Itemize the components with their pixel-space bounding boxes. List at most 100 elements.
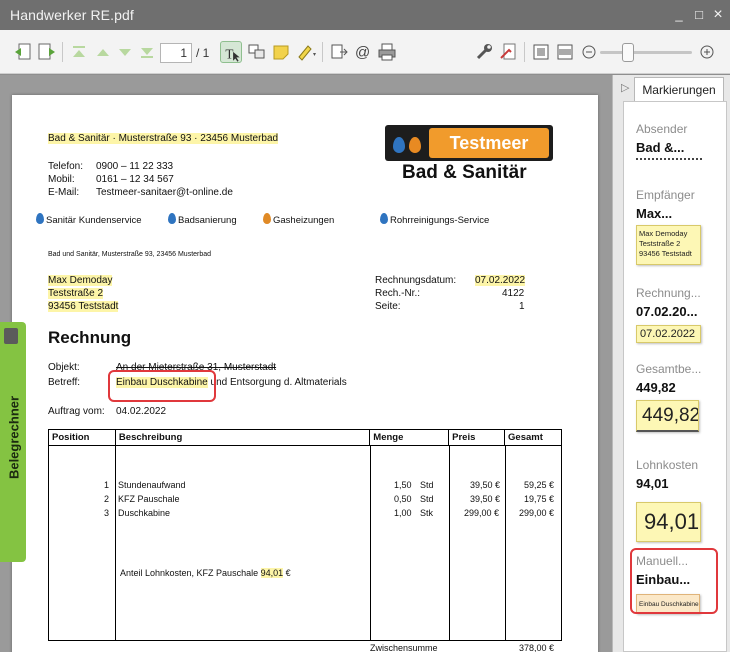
zoom-slider-thumb[interactable]: [622, 43, 634, 62]
snapshot-icon[interactable]: [246, 41, 268, 63]
marking-label: Gesamtbe...: [636, 362, 702, 376]
markings-panel: ▷ Markierungen Absender Bad &... Empfäng…: [612, 75, 730, 652]
positions-table: Position Beschreibung Menge Preis Gesamt: [48, 429, 562, 446]
labor-note: Anteil Lohnkosten, KFZ Pauschale 94,01 €: [120, 568, 291, 578]
svg-text:@: @: [355, 44, 370, 61]
page-number-input[interactable]: 1: [160, 43, 192, 63]
selected-marking-outline: [630, 548, 718, 614]
markings-list: Absender Bad &... Empfänger Max... Max D…: [623, 101, 727, 652]
zoom-slider[interactable]: [600, 51, 692, 54]
marking-preview: 07.02.2022: [636, 325, 701, 343]
contact-value: 0900 – 11 22 333: [96, 161, 174, 172]
marking-card-labor[interactable]: Lohnkosten 94,01 94,01: [636, 458, 716, 542]
marking-card-recipient[interactable]: Empfänger Max... Max Demoday Teststraße …: [636, 188, 716, 265]
belegrechner-tab[interactable]: Belegrechner: [0, 322, 26, 562]
previous-page-icon[interactable]: [92, 41, 114, 63]
page-value: 1: [519, 301, 525, 312]
toolbar-divider: [322, 42, 323, 62]
marking-value: 94,01: [636, 476, 669, 491]
order-date: 04.02.2022: [116, 406, 167, 417]
marking-label: Empfänger: [636, 188, 695, 202]
email-icon[interactable]: @: [352, 41, 374, 63]
marking-value: Bad &...: [636, 140, 685, 155]
minimize-button[interactable]: _: [669, 4, 689, 26]
marking-value: 07.02.20...: [636, 304, 698, 319]
document-viewer[interactable]: Bad & Sanitär · Musterstraße 93 · 23456 …: [0, 75, 612, 652]
svg-text:T: T: [225, 47, 233, 62]
zoom-out-icon[interactable]: [578, 41, 600, 63]
import-page-icon[interactable]: [12, 41, 34, 63]
close-button[interactable]: ×: [708, 4, 728, 26]
subtotal-label: Zwischensumme: [370, 643, 438, 652]
next-page-icon[interactable]: [114, 41, 136, 63]
flame-drop-icon: [263, 213, 271, 224]
column-header: Position: [48, 429, 116, 446]
title-bar: Handwerker RE.pdf _ □ ×: [0, 0, 730, 30]
logo-wordmark: Testmeer: [429, 128, 549, 158]
window-title: Handwerker RE.pdf: [10, 7, 134, 23]
calculator-icon: [4, 328, 18, 344]
highlighter-icon[interactable]: [294, 41, 316, 63]
water-drop-icon: [36, 213, 44, 224]
wrench-icon[interactable]: [474, 41, 496, 63]
invoice-page[interactable]: Bad & Sanitär · Musterstraße 93 · 23456 …: [12, 95, 598, 652]
return-address: Bad und Sanitär, Musterstraße 93, 23456 …: [48, 251, 212, 258]
pdf-document-icon[interactable]: [498, 41, 520, 63]
note-icon[interactable]: [270, 41, 292, 63]
subtotal-value: 378,00 €: [519, 643, 555, 652]
marking-preview: Max Demoday Teststraße 2 93456 Teststadt: [636, 225, 701, 265]
recipient-line: Teststraße 2: [48, 288, 104, 299]
invoice-heading: Rechnung: [48, 328, 132, 347]
marking-card-invoice-date[interactable]: Rechnung... 07.02.20... 07.02.2022: [636, 286, 716, 343]
contact-value: Testmeer-sanitaer@t-online.de: [96, 187, 233, 198]
toolbar-divider: [62, 42, 63, 62]
marking-value: Max...: [636, 206, 673, 221]
toolbar: 1 / 1 T @: [0, 30, 730, 74]
subject-label: Betreff:: [48, 377, 81, 388]
order-label: Auftrag vom:: [48, 406, 105, 417]
service-item: Gasheizungen: [263, 213, 334, 226]
meta-label: Rechnungsdatum:: [375, 275, 457, 286]
marking-value: 449,82: [636, 380, 676, 395]
last-page-icon[interactable]: [136, 41, 158, 63]
positions-table-body: [48, 445, 562, 641]
marking-label: Absender: [636, 122, 688, 136]
first-page-icon[interactable]: [68, 41, 90, 63]
print-icon[interactable]: [376, 41, 398, 63]
maximize-button[interactable]: □: [689, 4, 709, 26]
export-page-icon[interactable]: [36, 41, 58, 63]
contact-value: 0161 – 12 34 567: [96, 174, 174, 185]
water-drop-icon: [393, 137, 405, 153]
marking-preview: 94,01: [636, 502, 701, 542]
labor-cost-value: 94,01: [260, 568, 284, 578]
marking-label: Lohnkosten: [636, 458, 699, 472]
fit-width-icon[interactable]: [554, 41, 576, 63]
tab-markierungen[interactable]: Markierungen: [634, 77, 724, 101]
contact-label: E-Mail:: [48, 187, 80, 198]
export-document-icon[interactable]: [328, 41, 350, 63]
marking-preview: [636, 158, 702, 161]
column-header: Beschreibung: [114, 429, 371, 446]
toolbar-divider: [524, 42, 525, 62]
belegrechner-label: Belegrechner: [6, 395, 22, 480]
contact-label: Mobil:: [48, 174, 75, 185]
page-count: / 1: [196, 46, 210, 60]
service-item: Sanitär Kundenservice: [36, 213, 142, 226]
invoice-number: 4122: [502, 288, 525, 299]
zoom-in-icon[interactable]: [696, 41, 718, 63]
object-label: Objekt:: [48, 362, 80, 373]
service-item: Badsanierung: [168, 213, 237, 226]
marking-card-sender[interactable]: Absender Bad &...: [636, 122, 716, 160]
meta-label: Rech.-Nr.:: [375, 288, 421, 299]
recipient-line: 93456 Teststadt: [48, 301, 119, 312]
collapse-panel-icon[interactable]: ▷: [621, 81, 629, 94]
marking-card-total[interactable]: Gesamtbe... 449,82 449,82: [636, 362, 716, 432]
column-header: Menge: [369, 429, 450, 446]
fit-page-icon[interactable]: [530, 41, 552, 63]
company-logo: Testmeer: [385, 125, 553, 161]
recipient-line: Max Demoday: [48, 275, 113, 286]
text-select-icon[interactable]: T: [220, 41, 242, 63]
selection-marker[interactable]: [108, 370, 216, 402]
service-item: Rohrreinigungs-Service: [380, 213, 489, 226]
flame-drop-icon: [409, 137, 421, 153]
